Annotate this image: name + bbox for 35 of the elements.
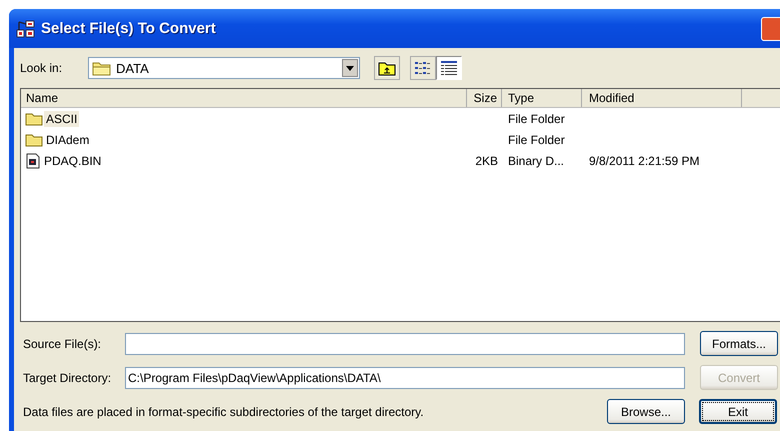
folder-icon [92, 60, 112, 76]
column-header[interactable]: Modified [582, 89, 742, 107]
note-text: Data files are placed in format-specific subdirectories of the target directory. [22, 404, 425, 418]
details-view-icon [440, 60, 458, 76]
column-header[interactable]: Size [467, 89, 502, 107]
file-name[interactable]: PDAQ.BIN [42, 153, 104, 169]
app-icon [16, 18, 36, 38]
file-name[interactable]: ASCII [44, 111, 80, 127]
list-view-icon [414, 60, 432, 76]
folder-icon [25, 133, 43, 147]
exit-button[interactable]: Exit [699, 399, 777, 424]
browse-button[interactable]: Browse... [607, 399, 685, 424]
file-type: File Folder [508, 112, 565, 126]
file-icon [25, 153, 41, 169]
close-button[interactable] [761, 17, 780, 41]
file-type: File Folder [508, 133, 565, 147]
up-folder-button[interactable] [374, 56, 400, 80]
file-type: Binary D... [508, 154, 564, 168]
look-in-dropdown[interactable]: DATA [88, 57, 360, 79]
column-header[interactable]: Type [502, 89, 582, 107]
modified-date: 9/8/2011 2:21:59 PM [589, 154, 700, 168]
file-size: 2KB [475, 154, 498, 168]
target-directory-field[interactable]: C:\Program Files\pDaqView\Applications\DATA\ [125, 366, 685, 388]
list-view-button[interactable] [410, 56, 436, 80]
look-in-label: Look in: [20, 61, 64, 75]
column-header[interactable]: Name [21, 89, 467, 107]
field-label: Target Directory: [22, 370, 112, 384]
source-files-field[interactable] [125, 332, 685, 354]
field-label: Source File(s): [22, 336, 102, 350]
folder-up-icon [378, 60, 396, 76]
folder-icon [25, 112, 43, 126]
file-name[interactable]: DIAdem [44, 132, 92, 148]
formats-button[interactable]: Formats... [700, 331, 778, 356]
details-view-button[interactable] [436, 56, 462, 80]
window-title: Select File(s) To Convert [41, 20, 216, 37]
